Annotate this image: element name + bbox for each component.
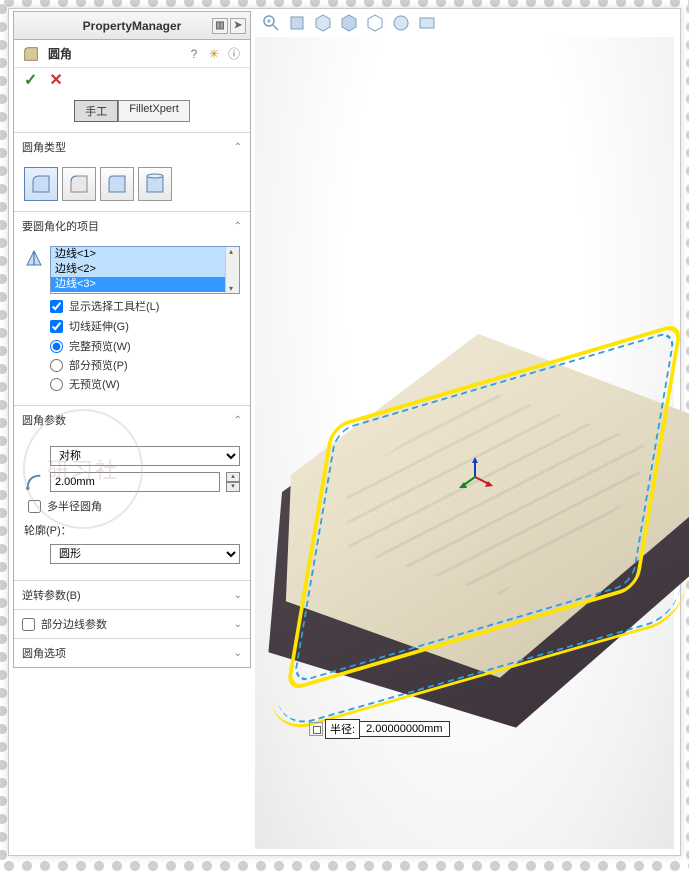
section-title: 部分边线参数 [41,616,107,632]
section-partial-edge: 部分边线参数 ⌄ [14,610,250,639]
help-more-icon[interactable]: ⓘ [226,46,242,62]
section-items-to-fillet: 要圆角化的项目 ⌃ 边线<1> 边线<2> 边线<3> [14,212,250,406]
feature-name: 圆角 [48,45,178,62]
callout-handle-icon[interactable] [309,722,323,736]
radio-label: 部分预览(P) [69,357,128,373]
confirm-row: ✓ ✕ [14,68,250,92]
profile-label: 轮廓(P)： [24,522,240,538]
radius-spinner[interactable]: ▴▾ [226,472,240,492]
section-title: 圆角选项 [22,645,66,661]
checkbox-multi-radius[interactable] [28,500,41,513]
radio-input[interactable] [50,378,63,391]
section-header[interactable]: 部分边线参数 ⌄ [14,610,250,638]
type-face-fillet[interactable] [100,167,134,201]
radio-label: 无预览(W) [69,376,120,392]
radio-full-preview[interactable]: 完整预览(W) [50,338,240,354]
collapse-icon: ⌃ [234,142,242,153]
section-reverse-params: 逆转参数(B) ⌄ [14,581,250,610]
radio-input[interactable] [50,359,63,372]
section-title: 要圆角化的项目 [22,218,99,234]
scene-icon[interactable] [417,13,437,33]
section-header[interactable]: 逆转参数(B) ⌄ [14,581,250,609]
view-orient-icon[interactable] [313,13,333,33]
edge-selection-icon [24,246,44,294]
scrollbar[interactable] [225,247,239,293]
section-fillet-options: 圆角选项 ⌄ [14,639,250,667]
radius-input[interactable] [50,472,220,492]
expand-icon: ⌄ [234,648,242,659]
list-item[interactable]: 边线<2> [51,262,239,277]
section-fillet-type: 圆角类型 ⌃ [14,133,250,212]
checkbox-tangent[interactable]: 切线延伸(G) [50,318,240,334]
section-header[interactable]: 圆角类型 ⌃ [14,133,250,161]
type-constant-radius[interactable] [24,167,58,201]
section-header[interactable]: 圆角选项 ⌄ [14,639,250,667]
fillet-type-buttons [24,167,240,201]
symmetry-icon [24,446,44,466]
section-header[interactable]: 圆角参数 ⌃ [14,406,250,434]
ok-button[interactable]: ✓ [24,70,37,90]
cancel-button[interactable]: ✕ [49,70,62,90]
checkbox-partial-edge[interactable] [22,618,35,631]
app-window: PropertyManager ▥ ➤ 圆角 ? ✳ ⓘ ✓ ✕ 手工 Fill… [8,8,681,856]
edge-selection-list[interactable]: 边线<1> 边线<2> 边线<3> [50,246,240,294]
symmetry-select[interactable]: 对称 [50,446,240,466]
hide-show-icon[interactable] [365,13,385,33]
callout-label: 半径: [325,719,360,739]
checkbox-label: 多半径圆角 [47,498,102,514]
tab-manual[interactable]: 手工 [74,100,118,122]
list-item[interactable]: 边线<1> [51,247,239,262]
section-title: 圆角类型 [22,139,66,155]
radio-partial-preview[interactable]: 部分预览(P) [50,357,240,373]
section-fillet-params: 圆角参数 ⌃ 对称 ▴▾ [14,406,250,581]
appearance-icon[interactable] [391,13,411,33]
expand-icon: ⌄ [234,590,242,601]
pm-layout-icon[interactable]: ▥ [212,18,228,34]
section-header[interactable]: 要圆角化的项目 ⌃ [14,212,250,240]
radius-icon [24,472,44,492]
section-title: 逆转参数(B) [22,587,81,603]
radio-label: 完整预览(W) [69,338,131,354]
profile-select[interactable]: 圆形 [50,544,240,564]
checkbox-label: 显示选择工具栏(L) [69,298,159,314]
type-variable-radius[interactable] [62,167,96,201]
section-view-icon[interactable] [287,13,307,33]
section-title: 圆角参数 [22,412,66,428]
display-style-icon[interactable] [339,13,359,33]
pm-titlebar: PropertyManager ▥ ➤ [14,12,250,40]
help-star-icon[interactable]: ✳ [206,46,222,62]
checkbox-show-toolbar[interactable]: 显示选择工具栏(L) [50,298,240,314]
radio-input[interactable] [50,340,63,353]
origin-triad-icon [455,457,495,497]
pm-title-text: PropertyManager [20,19,244,33]
radius-callout[interactable]: 半径: 2.00000000mm [309,719,450,739]
prev-view-icon[interactable] [261,13,281,33]
fillet-icon [22,45,40,63]
type-full-round[interactable] [138,167,172,201]
mode-tabs: 手工 FilletXpert [14,92,250,133]
pm-pin-icon[interactable]: ➤ [230,18,246,34]
model-cushion[interactable] [238,309,689,745]
list-item[interactable]: 边线<3> [51,277,239,292]
checkbox-input[interactable] [50,320,63,333]
radio-no-preview[interactable]: 无预览(W) [50,376,240,392]
property-manager-panel: PropertyManager ▥ ➤ 圆角 ? ✳ ⓘ ✓ ✕ 手工 Fill… [13,11,251,668]
checkbox-input[interactable] [50,300,63,313]
tab-filletxpert[interactable]: FilletXpert [118,100,190,122]
callout-value[interactable]: 2.00000000mm [359,721,449,737]
feature-header: 圆角 ? ✳ ⓘ [14,40,250,68]
expand-icon: ⌄ [234,619,242,630]
checkbox-label: 切线延伸(G) [69,318,129,334]
collapse-icon: ⌃ [234,221,242,232]
help-icon[interactable]: ? [186,46,202,62]
